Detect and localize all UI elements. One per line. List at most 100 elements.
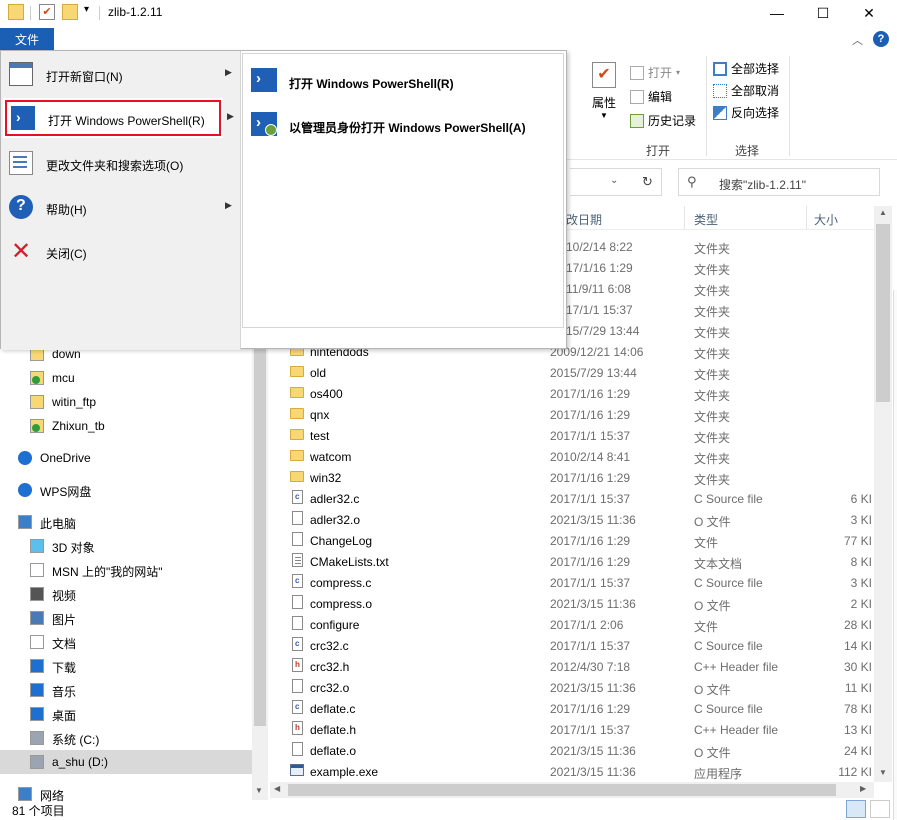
menu-item-folder-options[interactable]: 更改文件夹和搜索选项(O) [1, 143, 240, 183]
table-row[interactable]: watcom 2010/2/14 8:41 文件夹 [284, 446, 874, 467]
properties-button[interactable]: ✔ 属性 ▼ [588, 58, 620, 130]
powershell-icon: › [11, 106, 35, 130]
edit-button[interactable]: 编辑 [630, 88, 672, 105]
nav-item-label: 文档 [52, 637, 77, 651]
refresh-icon[interactable]: ↻ [642, 174, 653, 190]
table-row[interactable]: test 2017/1/1 15:37 文件夹 [284, 425, 874, 446]
close-window-button[interactable]: ✕ [846, 0, 892, 26]
table-row[interactable]: CMakeLists.txt 2017/1/16 1:29 文本文档 8 KI [284, 551, 874, 572]
menu-item-help[interactable]: ? 帮助(H) ▶ [1, 187, 240, 227]
menu-item-close[interactable]: ✕ 关闭(C) [1, 231, 240, 271]
table-row[interactable]: win32 2017/1/16 1:29 文件夹 [284, 467, 874, 488]
nav-item[interactable]: 系统 (C:) [0, 726, 252, 750]
file-name: adler32.c [310, 492, 360, 506]
file-size: 6 KI [850, 492, 872, 506]
nav-item[interactable]: 图片 [0, 606, 252, 630]
table-row[interactable]: compress.o 2021/3/15 11:36 O 文件 2 KI [284, 593, 874, 614]
file-name: old [310, 366, 327, 380]
table-row[interactable]: crc32.o 2021/3/15 11:36 O 文件 11 KI [284, 677, 874, 698]
table-row[interactable]: ChangeLog 2017/1/16 1:29 文件 77 KI [284, 530, 874, 551]
menu-item-open-powershell[interactable]: › 打开 Windows PowerShell(R) ▶ [3, 98, 234, 138]
submenu-item-open-powershell[interactable]: › 打开 Windows PowerShell(R) [243, 60, 563, 100]
scrollbar-thumb[interactable] [876, 224, 890, 402]
nav-scrollbar[interactable]: ▼ [252, 340, 268, 800]
large-icons-view-icon[interactable] [870, 800, 890, 818]
maximize-button[interactable]: ☐ [800, 0, 846, 26]
file-type: 文件夹 [694, 326, 731, 340]
nav-item[interactable]: 文档 [0, 630, 252, 654]
nav-item[interactable]: 音乐 [0, 678, 252, 702]
nav-scrollbar-thumb[interactable] [254, 346, 266, 726]
chevron-up-icon[interactable]: ︿ [852, 32, 863, 48]
table-row[interactable]: c crc32.c 2017/1/1 15:37 C Source file 14 KI [284, 635, 874, 656]
table-row[interactable]: configure 2017/1/1 2:06 文件 28 KI [284, 614, 874, 635]
column-type[interactable]: 类型 [694, 211, 718, 228]
table-row[interactable]: c deflate.c 2017/1/16 1:29 C Source file 78 … [284, 698, 874, 719]
chevron-down-icon[interactable]: ⌄ [610, 175, 618, 186]
column-date-modified[interactable]: 改日期 [566, 211, 602, 228]
nav-item[interactable]: a_shu (D:) [0, 750, 252, 774]
table-row[interactable]: os400 2017/1/16 1:29 文件夹 [284, 383, 874, 404]
select-all-icon [713, 61, 727, 76]
scroll-left-icon[interactable]: ◀ [274, 784, 280, 793]
file-name: watcom [310, 450, 352, 464]
vertical-scrollbar[interactable]: ▲ ▼ [874, 206, 892, 782]
scroll-down-icon[interactable]: ▼ [879, 768, 887, 777]
nav-item[interactable]: MSN 上的"我的网站" [0, 558, 252, 582]
submenu-item-open-powershell-admin[interactable]: › 以管理员身份打开 Windows PowerShell(A) [243, 104, 563, 144]
new-folder-quick-icon[interactable] [62, 4, 78, 20]
nav-item[interactable]: mcu [0, 366, 252, 390]
menu-item-label: 打开新窗口(N) [46, 70, 123, 84]
file-date: 17/1/16 1:29 [566, 261, 633, 275]
help-icon[interactable]: ? [873, 31, 889, 47]
table-row[interactable]: old 2015/7/29 13:44 文件夹 [284, 362, 874, 383]
table-row[interactable]: qnx 2017/1/16 1:29 文件夹 [284, 404, 874, 425]
search-input[interactable]: ⚲ 搜索"zlib-1.2.11" [678, 168, 880, 196]
invert-selection-button[interactable]: 反向选择 [713, 104, 779, 121]
nav-item[interactable]: Zhixun_tb [0, 414, 252, 438]
submenu-arrow-icon: ▶ [225, 200, 232, 210]
table-row[interactable]: example.exe 2021/3/15 11:36 应用程序 112 KI [284, 761, 874, 782]
nav-item[interactable]: 视频 [0, 582, 252, 606]
documents-icon [30, 635, 44, 649]
file-size: 2 KI [850, 597, 872, 611]
nav-item[interactable]: OneDrive [0, 446, 252, 470]
horizontal-scrollbar[interactable]: ◀ ▶ [270, 782, 874, 798]
tab-file[interactable]: 文件 [0, 28, 54, 50]
scroll-down-icon[interactable]: ▼ [255, 786, 263, 795]
column-size[interactable]: 大小 [814, 211, 838, 228]
table-row[interactable]: h crc32.h 2012/4/30 7:18 C++ Header file 30 … [284, 656, 874, 677]
table-row[interactable]: h deflate.h 2017/1/1 15:37 C++ Header file 1… [284, 719, 874, 740]
nav-item[interactable]: 桌面 [0, 702, 252, 726]
select-all-button[interactable]: 全部选择 [713, 60, 779, 77]
select-none-icon [713, 83, 727, 98]
properties-quick-icon[interactable]: ✔ [39, 4, 55, 20]
nav-item[interactable]: 下载 [0, 654, 252, 678]
history-button[interactable]: 历史记录 [630, 112, 696, 129]
nav-item[interactable]: witin_ftp [0, 390, 252, 414]
scroll-up-icon[interactable]: ▲ [879, 208, 887, 217]
properties-icon: ✔ [592, 62, 616, 88]
address-input[interactable]: ⌄ ↻ [570, 168, 662, 196]
new-window-icon [9, 62, 33, 86]
minimize-button[interactable]: — [754, 0, 800, 26]
table-row[interactable]: deflate.o 2021/3/15 11:36 O 文件 24 KI [284, 740, 874, 761]
select-none-label: 全部取消 [731, 84, 780, 98]
customize-quick-access-icon[interactable]: ▾ [84, 4, 89, 15]
table-row[interactable]: c adler32.c 2017/1/1 15:37 C Source file 6 K… [284, 488, 874, 509]
nav-item[interactable]: 此电脑 [0, 510, 252, 534]
table-row[interactable]: adler32.o 2021/3/15 11:36 O 文件 3 KI [284, 509, 874, 530]
hscrollbar-thumb[interactable] [288, 784, 836, 796]
nav-item[interactable]: WPS网盘 [0, 478, 252, 502]
drive-d-icon [30, 755, 44, 769]
window-title: zlib-1.2.11 [108, 5, 163, 19]
table-row[interactable]: c compress.c 2017/1/1 15:37 C Source file 3 … [284, 572, 874, 593]
scroll-right-icon[interactable]: ▶ [860, 784, 866, 793]
select-none-button[interactable]: 全部取消 [713, 82, 779, 99]
nav-item[interactable]: 3D 对象 [0, 534, 252, 558]
details-view-icon[interactable] [846, 800, 866, 818]
file-date: 17/1/1 15:37 [566, 303, 633, 317]
menu-item-new-window[interactable]: 打开新窗口(N) ▶ [1, 54, 240, 94]
open-button[interactable]: 打开 ▾ [630, 64, 680, 81]
file-size: 3 KI [850, 513, 872, 527]
